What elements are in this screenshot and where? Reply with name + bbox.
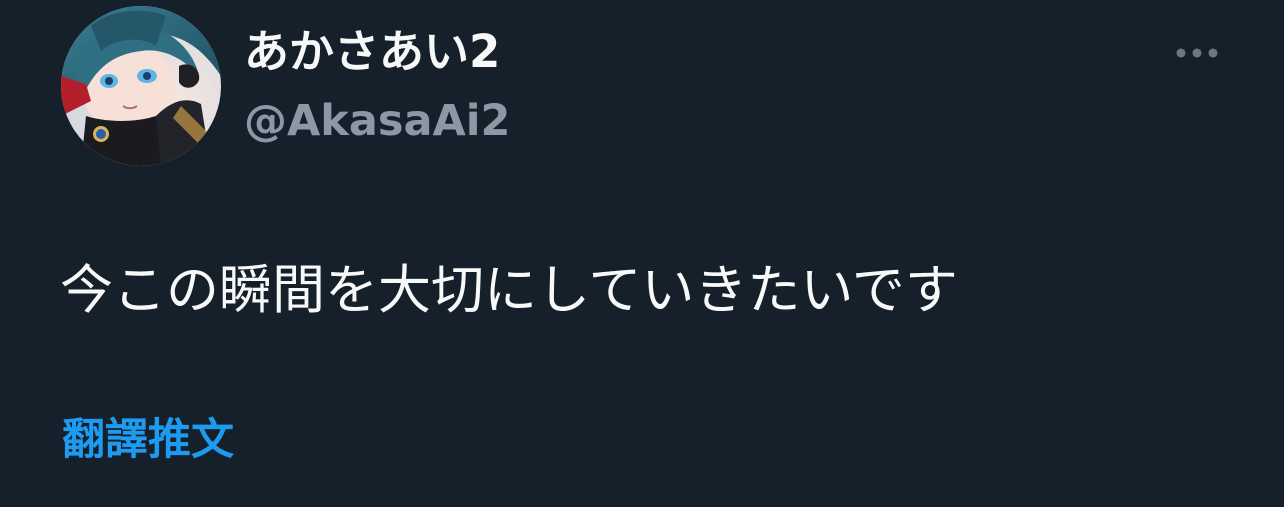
more-options-button[interactable] bbox=[1168, 32, 1226, 74]
tweet-card: あかさあい2 @AkasaAi2 今この瞬間を大切にしていきたいです 翻譯推文 bbox=[0, 0, 1284, 507]
tweet-text: 今この瞬間を大切にしていきたいです bbox=[60, 260, 958, 321]
user-avatar-icon bbox=[61, 6, 221, 166]
user-handle[interactable]: @AkasaAi2 bbox=[244, 94, 510, 148]
more-horizontal-icon bbox=[1176, 48, 1218, 58]
translate-tweet-link[interactable]: 翻譯推文 bbox=[62, 413, 234, 467]
avatar[interactable] bbox=[61, 6, 221, 166]
display-name[interactable]: あかさあい2 bbox=[244, 24, 500, 80]
